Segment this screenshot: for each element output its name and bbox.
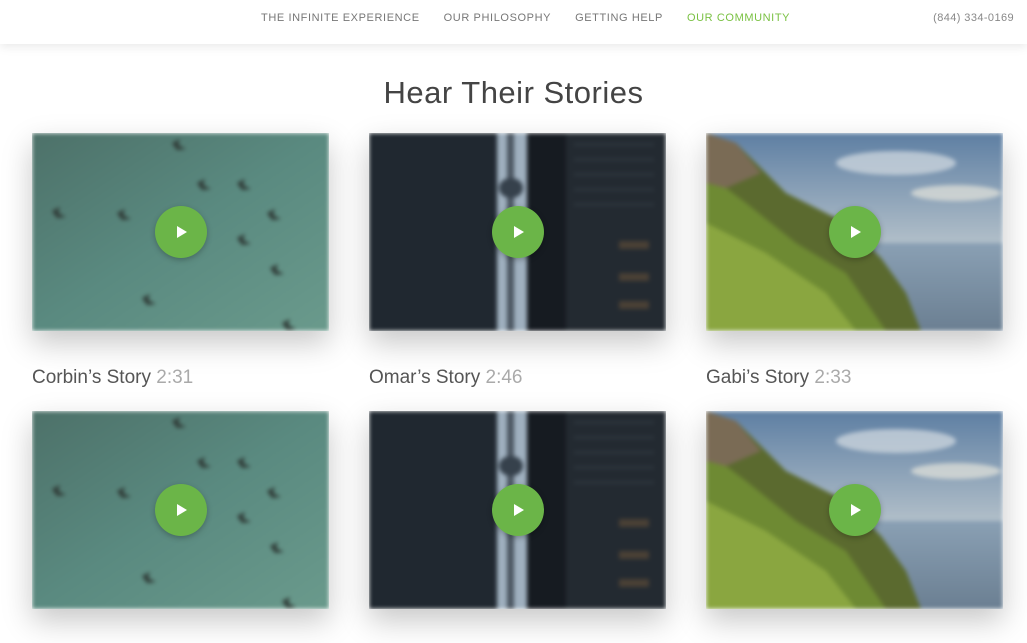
video-card-gabi[interactable]: [706, 133, 1003, 331]
nav-link-our-community[interactable]: OUR COMMUNITY: [687, 12, 790, 24]
play-icon: [850, 504, 861, 516]
play-icon: [176, 226, 187, 238]
story-name: Omar’s Story: [369, 367, 481, 388]
play-button[interactable]: [154, 206, 207, 258]
video-card-omar[interactable]: [369, 133, 666, 331]
nav-link-infinite-experience[interactable]: THE INFINITE EXPERIENCE: [261, 12, 420, 24]
story-name: Gabi’s Story: [706, 367, 810, 388]
video-card-row2-2[interactable]: [369, 411, 666, 609]
story-caption-omar[interactable]: Omar’s Story 2:46: [369, 367, 522, 389]
main-nav: THE INFINITE EXPERIENCE OUR PHILOSOPHY G…: [261, 12, 790, 24]
nav-link-our-philosophy[interactable]: OUR PHILOSOPHY: [444, 12, 551, 24]
story-duration: 2:31: [156, 367, 194, 388]
play-button[interactable]: [491, 484, 544, 536]
section-title: Hear Their Stories: [383, 75, 644, 110]
story-duration: 2:33: [814, 367, 852, 388]
story-caption-corbin[interactable]: Corbin’s Story 2:31: [32, 367, 193, 389]
play-button[interactable]: [828, 484, 881, 536]
video-card-row2-1[interactable]: [32, 411, 329, 609]
story-caption-gabi[interactable]: Gabi’s Story 2:33: [706, 367, 851, 389]
play-button[interactable]: [154, 484, 207, 536]
story-duration: 2:46: [485, 367, 523, 388]
story-name: Corbin’s Story: [32, 367, 151, 388]
video-card-corbin[interactable]: [32, 133, 329, 331]
nav-link-getting-help[interactable]: GETTING HELP: [575, 12, 663, 24]
top-nav-bar: THE INFINITE EXPERIENCE OUR PHILOSOPHY G…: [0, 0, 1027, 44]
play-icon: [513, 504, 524, 516]
play-icon: [513, 226, 524, 238]
play-icon: [850, 226, 861, 238]
phone-number[interactable]: (844) 334-0169: [933, 12, 1014, 24]
play-icon: [176, 504, 187, 516]
video-card-row2-3[interactable]: [706, 411, 1003, 609]
play-button[interactable]: [491, 206, 544, 258]
play-button[interactable]: [828, 206, 881, 258]
